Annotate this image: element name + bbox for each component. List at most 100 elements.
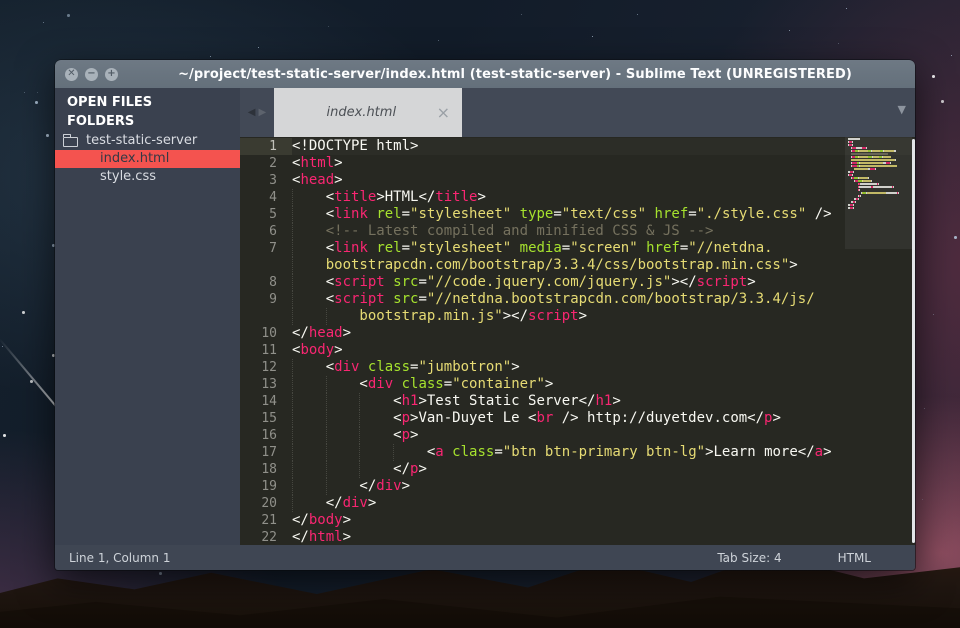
code-line[interactable]: 18 </p> [240,461,915,478]
code-line[interactable]: bootstrapcdn.com/bootstrap/3.3.4/css/boo… [240,257,915,274]
code-text: <link rel="stylesheet" media="screen" hr… [292,240,915,257]
code-line[interactable]: 21</body> [240,512,915,529]
line-number[interactable]: 4 [240,189,292,206]
code-text: <script src="//netdna.bootstrapcdn.com/b… [292,291,915,308]
tab-overflow-dropdown-icon[interactable]: ▼ [898,103,906,116]
code-line[interactable]: 20 </div> [240,495,915,512]
code-line[interactable]: 17 <a class="btn btn-primary btn-lg">Lea… [240,444,915,461]
line-number[interactable] [240,257,292,274]
line-number[interactable]: 7 [240,240,292,257]
sidebar-item-style-css[interactable]: style.css [55,168,240,186]
line-number[interactable]: 10 [240,325,292,342]
folders-section-header[interactable]: FOLDERS [55,112,240,131]
code-text: </html> [292,529,915,545]
cursor-position-status[interactable]: Line 1, Column 1 [69,551,717,565]
tab-bar: ◀ ▶ index.html × ▼ [240,88,915,137]
line-number[interactable]: 11 [240,342,292,359]
tab-close-icon[interactable]: × [437,105,450,121]
code-line[interactable]: 14 <h1>Test Static Server</h1> [240,393,915,410]
maximize-window-icon[interactable]: + [105,68,118,81]
code-text: </head> [292,325,915,342]
code-line[interactable]: 5 <link rel="stylesheet" type="text/css"… [240,206,915,223]
line-number[interactable]: 6 [240,223,292,240]
code-text: </body> [292,512,915,529]
status-bar: Line 1, Column 1 Tab Size: 4 HTML [55,545,915,570]
line-number[interactable]: 13 [240,376,292,393]
sublime-text-window: ✕ − + ~/project/test-static-server/index… [55,60,915,570]
tab-nav-right-icon[interactable]: ▶ [259,107,267,118]
line-number[interactable]: 5 [240,206,292,223]
code-line[interactable]: 19 </div> [240,478,915,495]
code-line[interactable]: 12 <div class="jumbotron"> [240,359,915,376]
code-text: <link rel="stylesheet" type="text/css" h… [292,206,915,223]
code-text: <script src="//code.jquery.com/jquery.js… [292,274,915,291]
code-line[interactable]: 15 <p>Van-Duyet Le <br /> http://duyetde… [240,410,915,427]
line-number[interactable]: 1 [240,138,292,155]
code-area[interactable]: 1<!DOCTYPE html>2<html>3<head>4 <title>H… [240,138,915,545]
sidebar: OPEN FILES FOLDERS test-static-server in… [55,88,240,545]
line-number[interactable]: 19 [240,478,292,495]
minimize-window-icon[interactable]: − [85,68,98,81]
code-line[interactable]: 11<body> [240,342,915,359]
line-number[interactable] [240,308,292,325]
code-text: <body> [292,342,915,359]
line-number[interactable]: 20 [240,495,292,512]
code-line[interactable]: 10</head> [240,325,915,342]
code-text: </p> [292,461,915,478]
sidebar-folder-test-static-server[interactable]: test-static-server [55,131,240,150]
code-line[interactable]: 9 <script src="//netdna.bootstrapcdn.com… [240,291,915,308]
code-line[interactable]: 7 <link rel="stylesheet" media="screen" … [240,240,915,257]
code-line[interactable]: 8 <script src="//code.jquery.com/jquery.… [240,274,915,291]
line-number[interactable]: 14 [240,393,292,410]
code-text: <a class="btn btn-primary btn-lg">Learn … [292,444,915,461]
code-text: bootstrapcdn.com/bootstrap/3.3.4/css/boo… [292,257,915,274]
code-line[interactable]: 1<!DOCTYPE html> [240,138,915,155]
line-number[interactable]: 17 [240,444,292,461]
code-line[interactable]: 16 <p> [240,427,915,444]
code-text: </div> [292,478,915,495]
line-number[interactable]: 9 [240,291,292,308]
code-text: <div class="container"> [292,376,915,393]
window-title: ~/project/test-static-server/index.html … [125,67,905,82]
code-text: <title>HTML</title> [292,189,915,206]
code-line[interactable]: 6 <!-- Latest compiled and minified CSS … [240,223,915,240]
code-line[interactable]: bootstrap.min.js"></script> [240,308,915,325]
code-text: <!-- Latest compiled and minified CSS & … [292,223,915,240]
line-number[interactable]: 18 [240,461,292,478]
sidebar-item-index-html[interactable]: index.html [55,150,240,168]
tab-size-status[interactable]: Tab Size: 4 [717,551,781,565]
tab-index-html[interactable]: index.html × [274,88,462,137]
folder-icon [63,137,78,147]
code-line[interactable]: 4 <title>HTML</title> [240,189,915,206]
bright-stars [0,0,1,1]
vertical-scrollbar[interactable] [912,139,915,543]
line-number[interactable]: 12 [240,359,292,376]
tab-nav-left-icon[interactable]: ◀ [248,107,256,118]
title-bar[interactable]: ✕ − + ~/project/test-static-server/index… [55,60,915,88]
line-number[interactable]: 22 [240,529,292,545]
code-text: <p>Van-Duyet Le <br /> http://duyetdev.c… [292,410,915,427]
line-number[interactable]: 8 [240,274,292,291]
line-number[interactable]: 21 [240,512,292,529]
code-line[interactable]: 13 <div class="container"> [240,376,915,393]
code-line[interactable]: 22</html> [240,529,915,545]
minimap[interactable] [848,138,910,545]
code-text: bootstrap.min.js"></script> [292,308,915,325]
line-number[interactable]: 16 [240,427,292,444]
line-number[interactable]: 15 [240,410,292,427]
code-line[interactable]: 3<head> [240,172,915,189]
code-text: <html> [292,155,915,172]
line-number[interactable]: 2 [240,155,292,172]
desktop: { "window": { "title": "~/project/test-s… [0,0,960,628]
tab-label: index.html [286,105,437,120]
code-text: <div class="jumbotron"> [292,359,915,376]
syntax-status[interactable]: HTML [838,551,871,565]
code-text: <p> [292,427,915,444]
code-line[interactable]: 2<html> [240,155,915,172]
code-editor[interactable]: 1<!DOCTYPE html>2<html>3<head>4 <title>H… [240,137,915,545]
folder-name: test-static-server [86,133,197,148]
code-text: <head> [292,172,915,189]
open-files-section-header[interactable]: OPEN FILES [55,93,240,112]
line-number[interactable]: 3 [240,172,292,189]
close-window-icon[interactable]: ✕ [65,68,78,81]
